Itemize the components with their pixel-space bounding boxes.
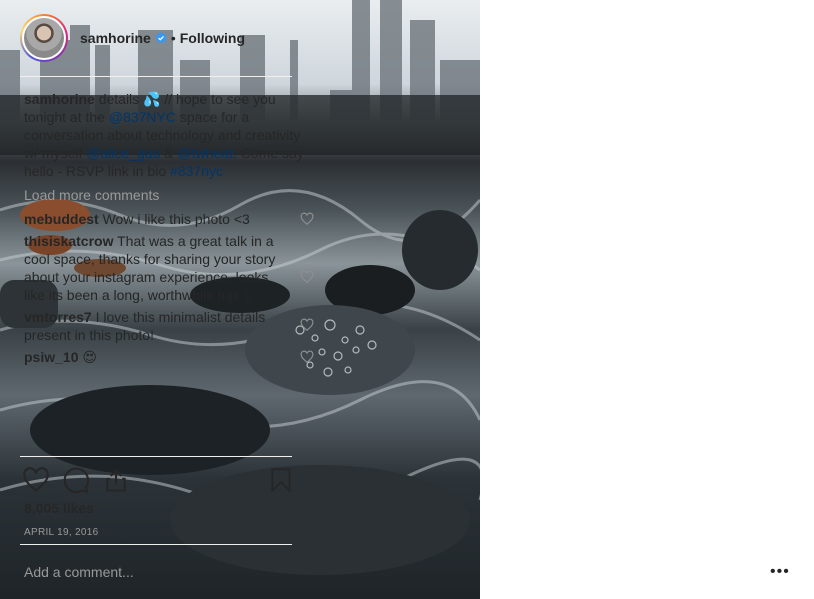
- bookmark-icon[interactable]: [268, 466, 294, 494]
- actions-divider: [20, 456, 292, 457]
- mention-alice-gao[interactable]: @alice_gao: [86, 145, 160, 161]
- story-ring[interactable]: [20, 14, 68, 62]
- like-comment-heart-icon[interactable]: [300, 270, 314, 284]
- comment-username[interactable]: mebuddest: [24, 211, 99, 227]
- like-comment-heart-icon[interactable]: [300, 350, 314, 364]
- like-comment-heart-icon[interactable]: [300, 318, 314, 332]
- comment-username[interactable]: thisiskatcrow: [24, 233, 113, 249]
- mention-837nyc[interactable]: @837NYC: [109, 109, 176, 125]
- following-button[interactable]: Following: [180, 30, 245, 46]
- comment-text: Wow i like this photo <3: [102, 211, 250, 227]
- comment-item: thisiskatcrow That was a great talk in a…: [24, 232, 314, 304]
- likes-count[interactable]: 8,005 likes: [24, 500, 94, 516]
- caption-username[interactable]: samhorine: [24, 91, 95, 107]
- more-options-button[interactable]: •••: [770, 563, 790, 581]
- action-bar: [22, 466, 294, 494]
- comment-username[interactable]: vmtorres7: [24, 309, 92, 325]
- header-username[interactable]: samhorine: [80, 30, 151, 46]
- avatar[interactable]: [24, 18, 64, 58]
- post-caption: samhorine details 💦 // hope to see you t…: [24, 90, 314, 180]
- load-more-comments-button[interactable]: Load more comments: [24, 186, 314, 204]
- comment-item: mebuddest Wow i like this photo <3: [24, 210, 314, 228]
- share-icon[interactable]: [102, 466, 130, 494]
- comments-section: samhorine details 💦 // hope to see you t…: [24, 90, 314, 370]
- post-details-panel: [480, 0, 814, 599]
- verified-badge-icon: [155, 32, 167, 44]
- post-date[interactable]: APRIL 19, 2016: [24, 527, 98, 538]
- post-header: samhorine • Following: [20, 14, 292, 62]
- comment-bubble-icon[interactable]: [62, 466, 90, 494]
- caption-text-3: &: [160, 145, 178, 161]
- comment-item: vmtorres7 I love this minimalist details…: [24, 308, 314, 344]
- header-divider: [20, 76, 292, 77]
- comment-box-divider: [20, 544, 292, 545]
- mention-twheat[interactable]: @twheat: [178, 145, 233, 161]
- comment-item: psiw_10 😍: [24, 348, 314, 366]
- add-comment-input[interactable]: Add a comment...: [24, 564, 134, 580]
- comment-username[interactable]: psiw_10: [24, 349, 78, 365]
- like-comment-heart-icon[interactable]: [300, 212, 314, 226]
- like-heart-icon[interactable]: [22, 466, 50, 494]
- separator-dot: •: [170, 30, 176, 46]
- comment-text: 😍: [82, 349, 97, 365]
- hashtag-837nyc[interactable]: #837nyc: [170, 163, 223, 179]
